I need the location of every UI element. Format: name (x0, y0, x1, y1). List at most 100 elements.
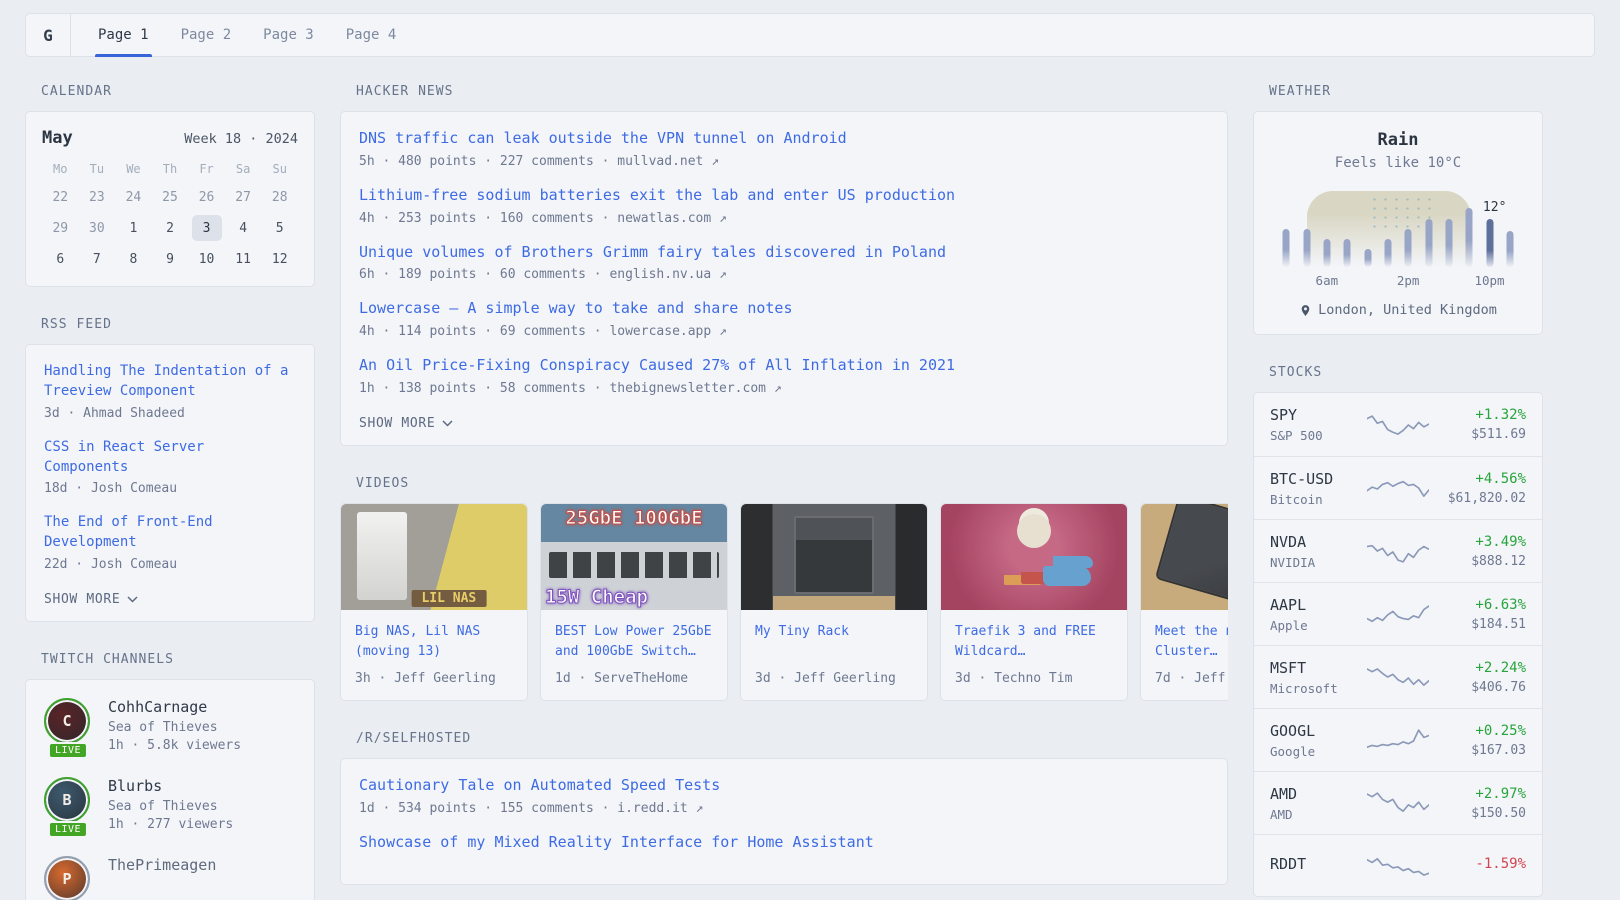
calendar-day[interactable]: 9 (152, 246, 189, 272)
rss-widget: Handling The Indentation of a Treeview C… (25, 344, 315, 622)
rss-section: RSS FEED Handling The Indentation of a T… (25, 317, 315, 622)
stock-sparkline (1367, 851, 1429, 881)
video-thumbnail[interactable]: LIL NAS (341, 504, 527, 610)
stock-symbol[interactable]: AMD (1270, 785, 1359, 803)
videos-widget: LIL NASBig NAS, Lil NAS (moving 13)3h · … (340, 503, 1228, 701)
stock-change: +6.63% (1437, 597, 1526, 613)
feed-item-meta: 6h · 189 points · 60 comments · english.… (359, 267, 1209, 282)
channel-game[interactable]: Sea of Thieves (108, 720, 241, 735)
feed-item-title[interactable]: An Oil Price-Fixing Conspiracy Caused 27… (359, 355, 1209, 377)
feed-item-title[interactable]: Lithium-free sodium batteries exit the l… (359, 185, 1209, 207)
stock-symbol[interactable]: RDDT (1270, 855, 1359, 873)
feed-item-title[interactable]: Handling The Indentation of a Treeview C… (44, 361, 296, 402)
stock-row[interactable]: MSFTMicrosoft+2.24%$406.76 (1254, 645, 1542, 708)
calendar-day[interactable]: 5 (261, 215, 298, 241)
calendar-month: May (42, 128, 73, 148)
stock-row[interactable]: NVDANVIDIA+3.49%$888.12 (1254, 519, 1542, 582)
video-title[interactable]: Big NAS, Lil NAS (moving 13) (355, 622, 513, 662)
feed-item-title[interactable]: DNS traffic can leak outside the VPN tun… (359, 128, 1209, 150)
channel-avatar[interactable]: B (44, 777, 90, 823)
hackernews-show-more-label: SHOW MORE (359, 416, 435, 431)
stock-row[interactable]: AMDAMD+2.97%$150.50 (1254, 771, 1542, 834)
stock-symbol[interactable]: SPY (1270, 406, 1359, 424)
stock-symbol[interactable]: GOOGL (1270, 722, 1359, 740)
feed-item-meta: 4h · 114 points · 69 comments · lowercas… (359, 324, 1209, 339)
video-thumbnail[interactable]: 25GbE 100GbE15W Cheap (541, 504, 727, 610)
feed-item-title[interactable]: Cautionary Tale on Automated Speed Tests (359, 775, 1209, 797)
stock-symbol[interactable]: AAPL (1270, 596, 1359, 614)
tab-page-1[interactable]: Page 1 (95, 14, 152, 56)
stock-name: Apple (1270, 618, 1359, 633)
video-card: My Tiny Rack3d · Jeff Geerling (740, 503, 928, 701)
feed-item-title[interactable]: Showcase of my Mixed Reality Interface f… (359, 832, 1209, 854)
calendar-day[interactable]: 23 (79, 184, 116, 210)
calendar-day[interactable]: 1 (115, 215, 152, 241)
rss-show-more-button[interactable]: SHOW MORE (44, 592, 138, 607)
video-thumbnail[interactable] (741, 504, 927, 610)
feed-item-title[interactable]: Lowercase – A simple way to take and sha… (359, 298, 1209, 320)
stock-change: +2.24% (1437, 660, 1526, 676)
current-temperature-label: 12° (1483, 200, 1506, 215)
video-thumbnail[interactable] (941, 504, 1127, 610)
stock-row[interactable]: AAPLApple+6.63%$184.51 (1254, 582, 1542, 645)
hour-label: 6am (1316, 273, 1339, 288)
calendar-day[interactable]: 8 (115, 246, 152, 272)
stock-symbol[interactable]: NVDA (1270, 533, 1359, 551)
stocks-widget: SPYS&P 500+1.32%$511.69BTC-USDBitcoin+4.… (1253, 392, 1543, 897)
calendar-day[interactable]: 24 (115, 184, 152, 210)
stock-row[interactable]: BTC-USDBitcoin+4.56%$61,820.02 (1254, 456, 1542, 519)
calendar-day[interactable]: 6 (42, 246, 79, 272)
stock-symbol[interactable]: BTC-USD (1270, 470, 1359, 488)
channel-game[interactable]: Sea of Thieves (108, 799, 233, 814)
tab-page-4[interactable]: Page 4 (343, 14, 400, 56)
video-thumbnail[interactable]: FAST (1141, 504, 1228, 610)
calendar-day[interactable]: 27 (225, 184, 262, 210)
feed-item: Lowercase – A simple way to take and sha… (359, 298, 1209, 339)
calendar-day[interactable]: 22 (42, 184, 79, 210)
calendar-day[interactable]: 29 (42, 215, 79, 241)
weekday-label: Su (261, 162, 298, 176)
calendar-day[interactable]: 30 (79, 215, 116, 241)
stock-row[interactable]: SPYS&P 500+1.32%$511.69 (1254, 393, 1542, 456)
video-card: FASTMeet the new Linux Cluster…7d · Jeff… (1140, 503, 1228, 701)
weather-bar (1486, 219, 1493, 267)
calendar-day[interactable]: 11 (225, 246, 262, 272)
video-title[interactable]: Traefik 3 and FREE Wildcard… (955, 622, 1113, 662)
calendar-selected-day[interactable]: 3 (188, 215, 225, 241)
stock-price: $511.69 (1437, 427, 1526, 442)
channel-avatar[interactable]: P (44, 856, 90, 900)
feed-item-title[interactable]: CSS in React Server Components (44, 437, 296, 478)
app-logo[interactable]: G (26, 14, 71, 56)
tab-page-2[interactable]: Page 2 (178, 14, 235, 56)
calendar-day[interactable]: 25 (152, 184, 189, 210)
right-column: WEATHER Rain Feels like 10°C 12° 6am2pm1… (1253, 84, 1543, 900)
channel-name[interactable]: ThePrimeagen (108, 856, 216, 874)
video-title[interactable]: BEST Low Power 25GbE and 100GbE Switch… (555, 622, 713, 662)
hackernews-show-more-button[interactable]: SHOW MORE (359, 416, 453, 431)
calendar-day[interactable]: 7 (79, 246, 116, 272)
calendar-day[interactable]: 28 (261, 184, 298, 210)
feed-item-title[interactable]: Unique volumes of Brothers Grimm fairy t… (359, 242, 1209, 264)
channel-name[interactable]: Blurbs (108, 777, 233, 795)
calendar-day[interactable]: 2 (152, 215, 189, 241)
video-title[interactable]: Meet the new Linux Cluster… (1155, 622, 1228, 662)
calendar-day[interactable]: 26 (188, 184, 225, 210)
tab-page-3[interactable]: Page 3 (260, 14, 317, 56)
calendar-day[interactable]: 4 (225, 215, 262, 241)
feed-item-meta: 3d · Ahmad Shadeed (44, 406, 296, 421)
hackernews-section-title: HACKER NEWS (340, 84, 1228, 99)
stock-row[interactable]: GOOGLGoogle+0.25%$167.03 (1254, 708, 1542, 771)
weekday-label: Sa (225, 162, 262, 176)
channel-name[interactable]: CohhCarnage (108, 698, 241, 716)
calendar-day[interactable]: 10 (188, 246, 225, 272)
video-title[interactable]: My Tiny Rack (755, 622, 913, 662)
stock-row[interactable]: RDDT-1.59% (1254, 834, 1542, 897)
feed-item-title[interactable]: The End of Front-End Development (44, 512, 296, 553)
hackernews-widget: DNS traffic can leak outside the VPN tun… (340, 111, 1228, 446)
stock-symbol[interactable]: MSFT (1270, 659, 1359, 677)
rss-section-title: RSS FEED (25, 317, 315, 332)
channel-avatar[interactable]: C (44, 698, 90, 744)
selfhosted-widget: Cautionary Tale on Automated Speed Tests… (340, 758, 1228, 885)
calendar-day[interactable]: 12 (261, 246, 298, 272)
stock-sparkline (1367, 788, 1429, 818)
